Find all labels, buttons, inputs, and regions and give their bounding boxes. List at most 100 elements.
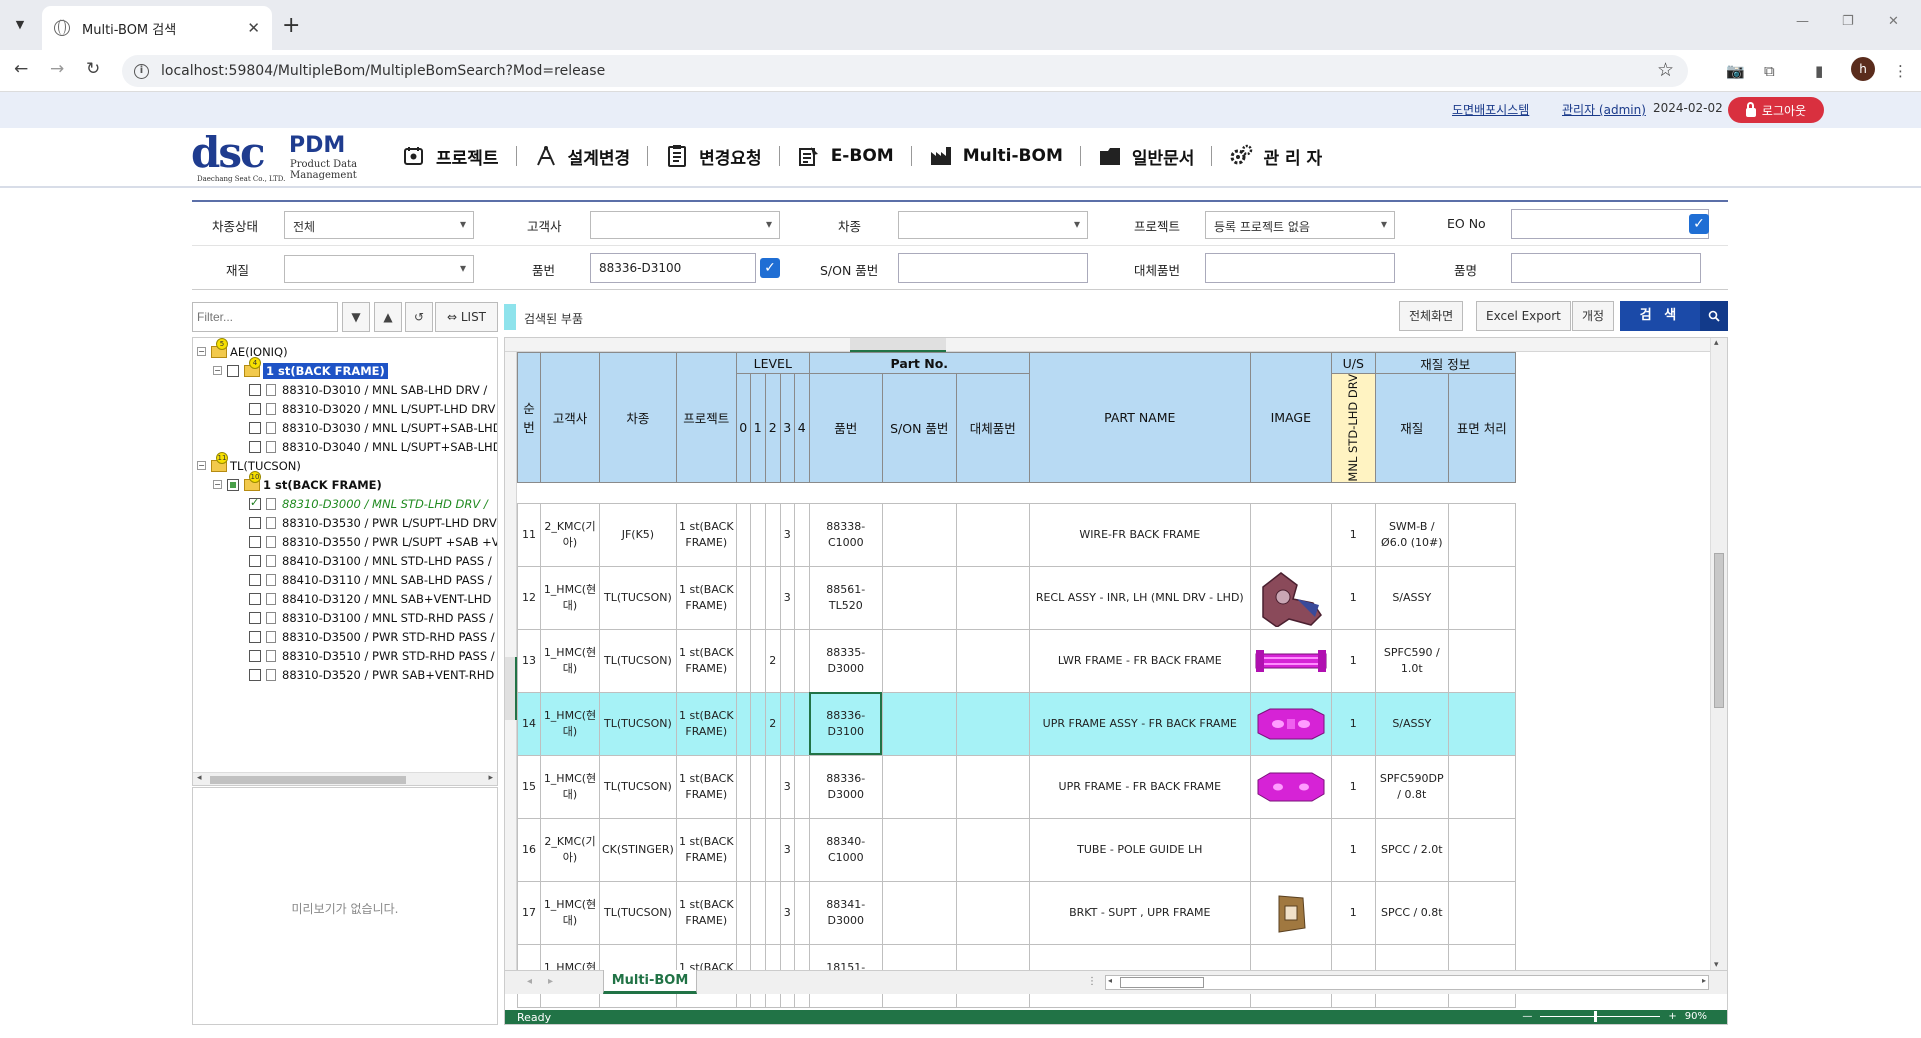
tree-leaf[interactable]: 88310-D3530 / PWR L/SUPT-LHD DRV bbox=[249, 513, 497, 532]
cell-part-name[interactable]: WIRE-FR BACK FRAME bbox=[1028, 502, 1251, 567]
tree-node[interactable]: − 10 1 st(BACK FRAME) bbox=[213, 470, 382, 494]
cell-part-no[interactable]: 88336-D3100 bbox=[808, 691, 883, 756]
list-button[interactable]: ⇔ LIST bbox=[435, 302, 498, 332]
maximize-button[interactable]: ❐ bbox=[1842, 14, 1854, 29]
cell-project[interactable]: 1 st(BACK FRAME) bbox=[675, 754, 737, 819]
collapse-down-button[interactable]: ▼ bbox=[342, 302, 370, 332]
cell-level-1[interactable] bbox=[749, 565, 766, 630]
tree-checkbox[interactable] bbox=[227, 478, 239, 491]
cell-us[interactable]: 1 bbox=[1330, 565, 1376, 630]
cell-level-3[interactable] bbox=[779, 691, 795, 756]
cell-seq[interactable]: 11 bbox=[517, 502, 541, 567]
cell-level-2[interactable]: 2 bbox=[764, 628, 781, 693]
cell-image[interactable] bbox=[1249, 817, 1332, 882]
back-icon[interactable]: ← bbox=[14, 59, 28, 79]
tree-leaf[interactable]: 88310-D3500 / PWR STD-RHD PASS / bbox=[249, 627, 495, 646]
cell-image[interactable] bbox=[1249, 880, 1332, 945]
cell-material[interactable]: S/ASSY bbox=[1374, 565, 1449, 630]
cell-level-3[interactable]: 3 bbox=[779, 880, 795, 945]
sheet-nav-arrows[interactable]: ◂▸ bbox=[527, 976, 569, 987]
expand-up-button[interactable]: ▲ bbox=[374, 302, 402, 332]
cell-surface[interactable] bbox=[1447, 502, 1516, 567]
cell-image[interactable] bbox=[1249, 565, 1332, 630]
cell-son-part-no[interactable] bbox=[881, 628, 957, 693]
cell-level-2[interactable] bbox=[764, 502, 781, 567]
zoom-control[interactable]: — + 90% bbox=[1522, 1011, 1707, 1022]
cell-part-name[interactable]: RECL ASSY - INR, LH (MNL DRV - LHD) bbox=[1028, 565, 1251, 630]
cell-level-4[interactable] bbox=[793, 565, 810, 630]
tree-leaf[interactable]: 88310-D3020 / MNL L/SUPT-LHD DRV bbox=[249, 399, 495, 418]
tree-leaf[interactable]: 88310-D3100 / MNL STD-RHD PASS / bbox=[249, 608, 493, 627]
cell-level-2[interactable] bbox=[764, 754, 781, 819]
th-alt-part-no[interactable]: 대체품번 bbox=[955, 373, 1030, 483]
grid-horizontal-scrollbar[interactable]: ◂ ▸ bbox=[1105, 975, 1709, 990]
cell-level-1[interactable] bbox=[749, 628, 766, 693]
cell-alt-part-no[interactable] bbox=[955, 754, 1030, 819]
th-son-part-no[interactable]: S/ON 품번 bbox=[881, 373, 957, 483]
cell-part-no[interactable]: 88335-D3000 bbox=[808, 628, 883, 693]
cell-seq[interactable]: 17 bbox=[517, 880, 541, 945]
nav-ebom[interactable]: E-BOM bbox=[783, 140, 908, 172]
cell-us[interactable]: 1 bbox=[1330, 754, 1376, 819]
cell-customer[interactable]: 1_HMC(현대) bbox=[540, 628, 600, 693]
close-window-button[interactable]: ✕ bbox=[1888, 14, 1899, 29]
cell-car-type[interactable]: CK(STINGER) bbox=[599, 817, 677, 882]
tree-checkbox[interactable] bbox=[249, 402, 261, 415]
th-seq[interactable]: 순번 bbox=[517, 352, 541, 483]
cell-us[interactable]: 1 bbox=[1330, 817, 1376, 882]
cell-level-3[interactable]: 3 bbox=[779, 754, 795, 819]
nav-design-change[interactable]: 설계변경 bbox=[520, 140, 645, 172]
son-part-no-input[interactable] bbox=[898, 253, 1088, 283]
cell-part-no[interactable]: 88340-C1000 bbox=[808, 817, 883, 882]
cell-son-part-no[interactable] bbox=[881, 565, 957, 630]
cell-us[interactable]: 1 bbox=[1330, 880, 1376, 945]
cell-son-part-no[interactable] bbox=[881, 754, 957, 819]
nav-general-docs[interactable]: 일반문서 bbox=[1084, 140, 1209, 172]
zoom-out-icon[interactable]: — bbox=[1522, 1011, 1532, 1022]
cell-seq[interactable]: 14 bbox=[517, 691, 541, 756]
cell-part-no[interactable]: 88338-C1000 bbox=[808, 502, 883, 567]
cell-customer[interactable]: 1_HMC(현대) bbox=[540, 691, 600, 756]
cell-us[interactable]: 1 bbox=[1330, 628, 1376, 693]
tree-leaf[interactable]: 88410-D3120 / MNL SAB+VENT-LHD bbox=[249, 589, 491, 608]
camera-icon[interactable]: 📷 bbox=[1726, 62, 1745, 80]
cell-part-name[interactable]: BRKT - SUPT , UPR FRAME bbox=[1028, 880, 1251, 945]
cell-us[interactable]: 1 bbox=[1330, 691, 1376, 756]
cell-level-2[interactable] bbox=[764, 817, 781, 882]
cell-level-0[interactable] bbox=[735, 691, 751, 756]
tree-leaf[interactable]: 88310-D3520 / PWR SAB+VENT-RHD bbox=[249, 665, 494, 684]
tree-checkbox[interactable] bbox=[249, 554, 261, 567]
cell-level-2[interactable] bbox=[764, 565, 781, 630]
browser-tab[interactable]: Multi-BOM 검색 ✕ bbox=[42, 6, 272, 50]
th-level-0[interactable]: 0 bbox=[735, 373, 751, 483]
zoom-in-icon[interactable]: + bbox=[1668, 1011, 1676, 1022]
cell-customer[interactable]: 1_HMC(현대) bbox=[540, 880, 600, 945]
cell-customer[interactable]: 1_HMC(현대) bbox=[540, 754, 600, 819]
cell-son-part-no[interactable] bbox=[881, 691, 957, 756]
forward-icon[interactable]: → bbox=[50, 59, 64, 79]
tree-checkbox[interactable] bbox=[249, 611, 261, 624]
tree-checkbox[interactable] bbox=[249, 592, 261, 605]
cell-alt-part-no[interactable] bbox=[955, 565, 1030, 630]
cell-image[interactable] bbox=[1249, 754, 1332, 819]
cell-son-part-no[interactable] bbox=[881, 502, 957, 567]
th-level[interactable]: LEVEL bbox=[735, 352, 810, 374]
tab-close-icon[interactable]: ✕ bbox=[247, 19, 260, 37]
th-part-name[interactable]: PART NAME bbox=[1028, 352, 1251, 483]
cell-level-4[interactable] bbox=[793, 754, 810, 819]
th-us-config[interactable]: MNL STD-LHD DRV bbox=[1330, 373, 1376, 483]
url-field[interactable]: i localhost:59804/MultipleBom/MultipleBo… bbox=[122, 55, 1688, 87]
cell-seq[interactable]: 15 bbox=[517, 754, 541, 819]
tree-checkbox[interactable] bbox=[249, 630, 261, 643]
th-part-no-group[interactable]: Part No. bbox=[808, 352, 1030, 374]
th-material-info[interactable]: 재질 정보 bbox=[1374, 352, 1516, 374]
table-row[interactable]: 13 1_HMC(현대) TL(TUCSON) 1 st(BACK FRAME) 2 88… bbox=[517, 628, 1516, 693]
cell-car-type[interactable]: TL(TUCSON) bbox=[599, 628, 677, 693]
cell-car-type[interactable]: TL(TUCSON) bbox=[599, 880, 677, 945]
cell-car-type[interactable]: TL(TUCSON) bbox=[599, 565, 677, 630]
reload-icon[interactable]: ↻ bbox=[86, 59, 100, 79]
bookmark-star-icon[interactable]: ☆ bbox=[1657, 59, 1674, 81]
th-level-3[interactable]: 3 bbox=[779, 373, 795, 483]
cell-project[interactable]: 1 st(BACK FRAME) bbox=[675, 565, 737, 630]
table-row[interactable]: 12 1_HMC(현대) TL(TUCSON) 1 st(BACK FRAME) 3 88… bbox=[517, 565, 1516, 630]
